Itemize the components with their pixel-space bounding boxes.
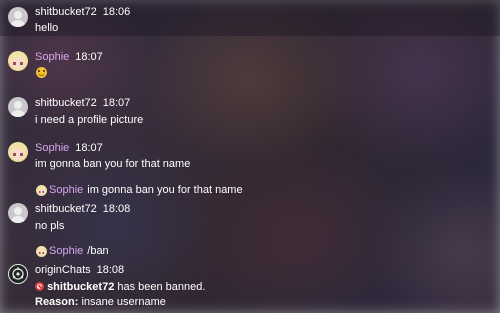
- ban-notice: shitbucket72 has been banned.: [35, 281, 205, 293]
- reply-content: Sophie/ban: [35, 245, 109, 257]
- reply-content: Sophie im gonna ban you for that name: [35, 184, 243, 196]
- default-avatar[interactable]: [8, 97, 28, 117]
- message-text: [36, 67, 47, 79]
- origin-bot-avatar[interactable]: [8, 264, 28, 284]
- timestamp: 18:07: [102, 97, 131, 109]
- chat-log: shitbucket72 18:06 hello Sophie 18:07 shit…: [0, 0, 500, 313]
- grinning-emoji-icon: [36, 67, 47, 78]
- message-header: shitbucket72 18:06: [35, 6, 130, 18]
- message-header: shitbucket72 18:08: [35, 203, 130, 215]
- message-header: Sophie 18:07: [35, 51, 103, 63]
- origin-logo-icon: [12, 267, 24, 280]
- timestamp: 18:07: [75, 142, 103, 154]
- username[interactable]: originChats: [35, 264, 91, 276]
- banned-username: shitbucket72: [47, 281, 115, 293]
- username[interactable]: Sophie: [35, 51, 69, 63]
- timestamp: 18:08: [96, 264, 125, 276]
- message-header: Sophie 18:07: [35, 142, 103, 154]
- timestamp: 18:08: [102, 203, 131, 215]
- username[interactable]: Sophie: [35, 142, 69, 154]
- username[interactable]: shitbucket72: [35, 97, 97, 109]
- message-text: no pls: [35, 220, 65, 232]
- timestamp: 18:07: [75, 51, 103, 63]
- reply-text: im gonna ban you for that name: [87, 184, 243, 196]
- sophie-avatar[interactable]: [8, 142, 28, 162]
- timestamp: 18:06: [102, 6, 131, 18]
- message-header: originChats 18:08: [35, 264, 124, 276]
- ban-text: has been banned.: [114, 281, 206, 293]
- message-header: shitbucket72 18:07: [35, 97, 130, 109]
- reply-text: /ban: [87, 245, 109, 257]
- default-avatar[interactable]: [8, 7, 28, 27]
- username[interactable]: shitbucket72: [35, 6, 97, 18]
- message-text: im gonna ban you for that name: [35, 158, 191, 170]
- message-text: i need a profile picture: [35, 114, 144, 126]
- ban-reason: Reason: insane username: [35, 296, 166, 308]
- reason-text: insane username: [78, 296, 166, 308]
- reason-label: Reason:: [35, 296, 79, 308]
- default-avatar[interactable]: [8, 203, 28, 223]
- sophie-avatar[interactable]: [8, 51, 28, 71]
- reply-username: Sophie: [49, 245, 84, 257]
- username[interactable]: shitbucket72: [35, 203, 97, 215]
- reply-username: Sophie: [49, 184, 84, 196]
- ban-icon: [35, 282, 44, 291]
- message-text: hello: [35, 22, 59, 34]
